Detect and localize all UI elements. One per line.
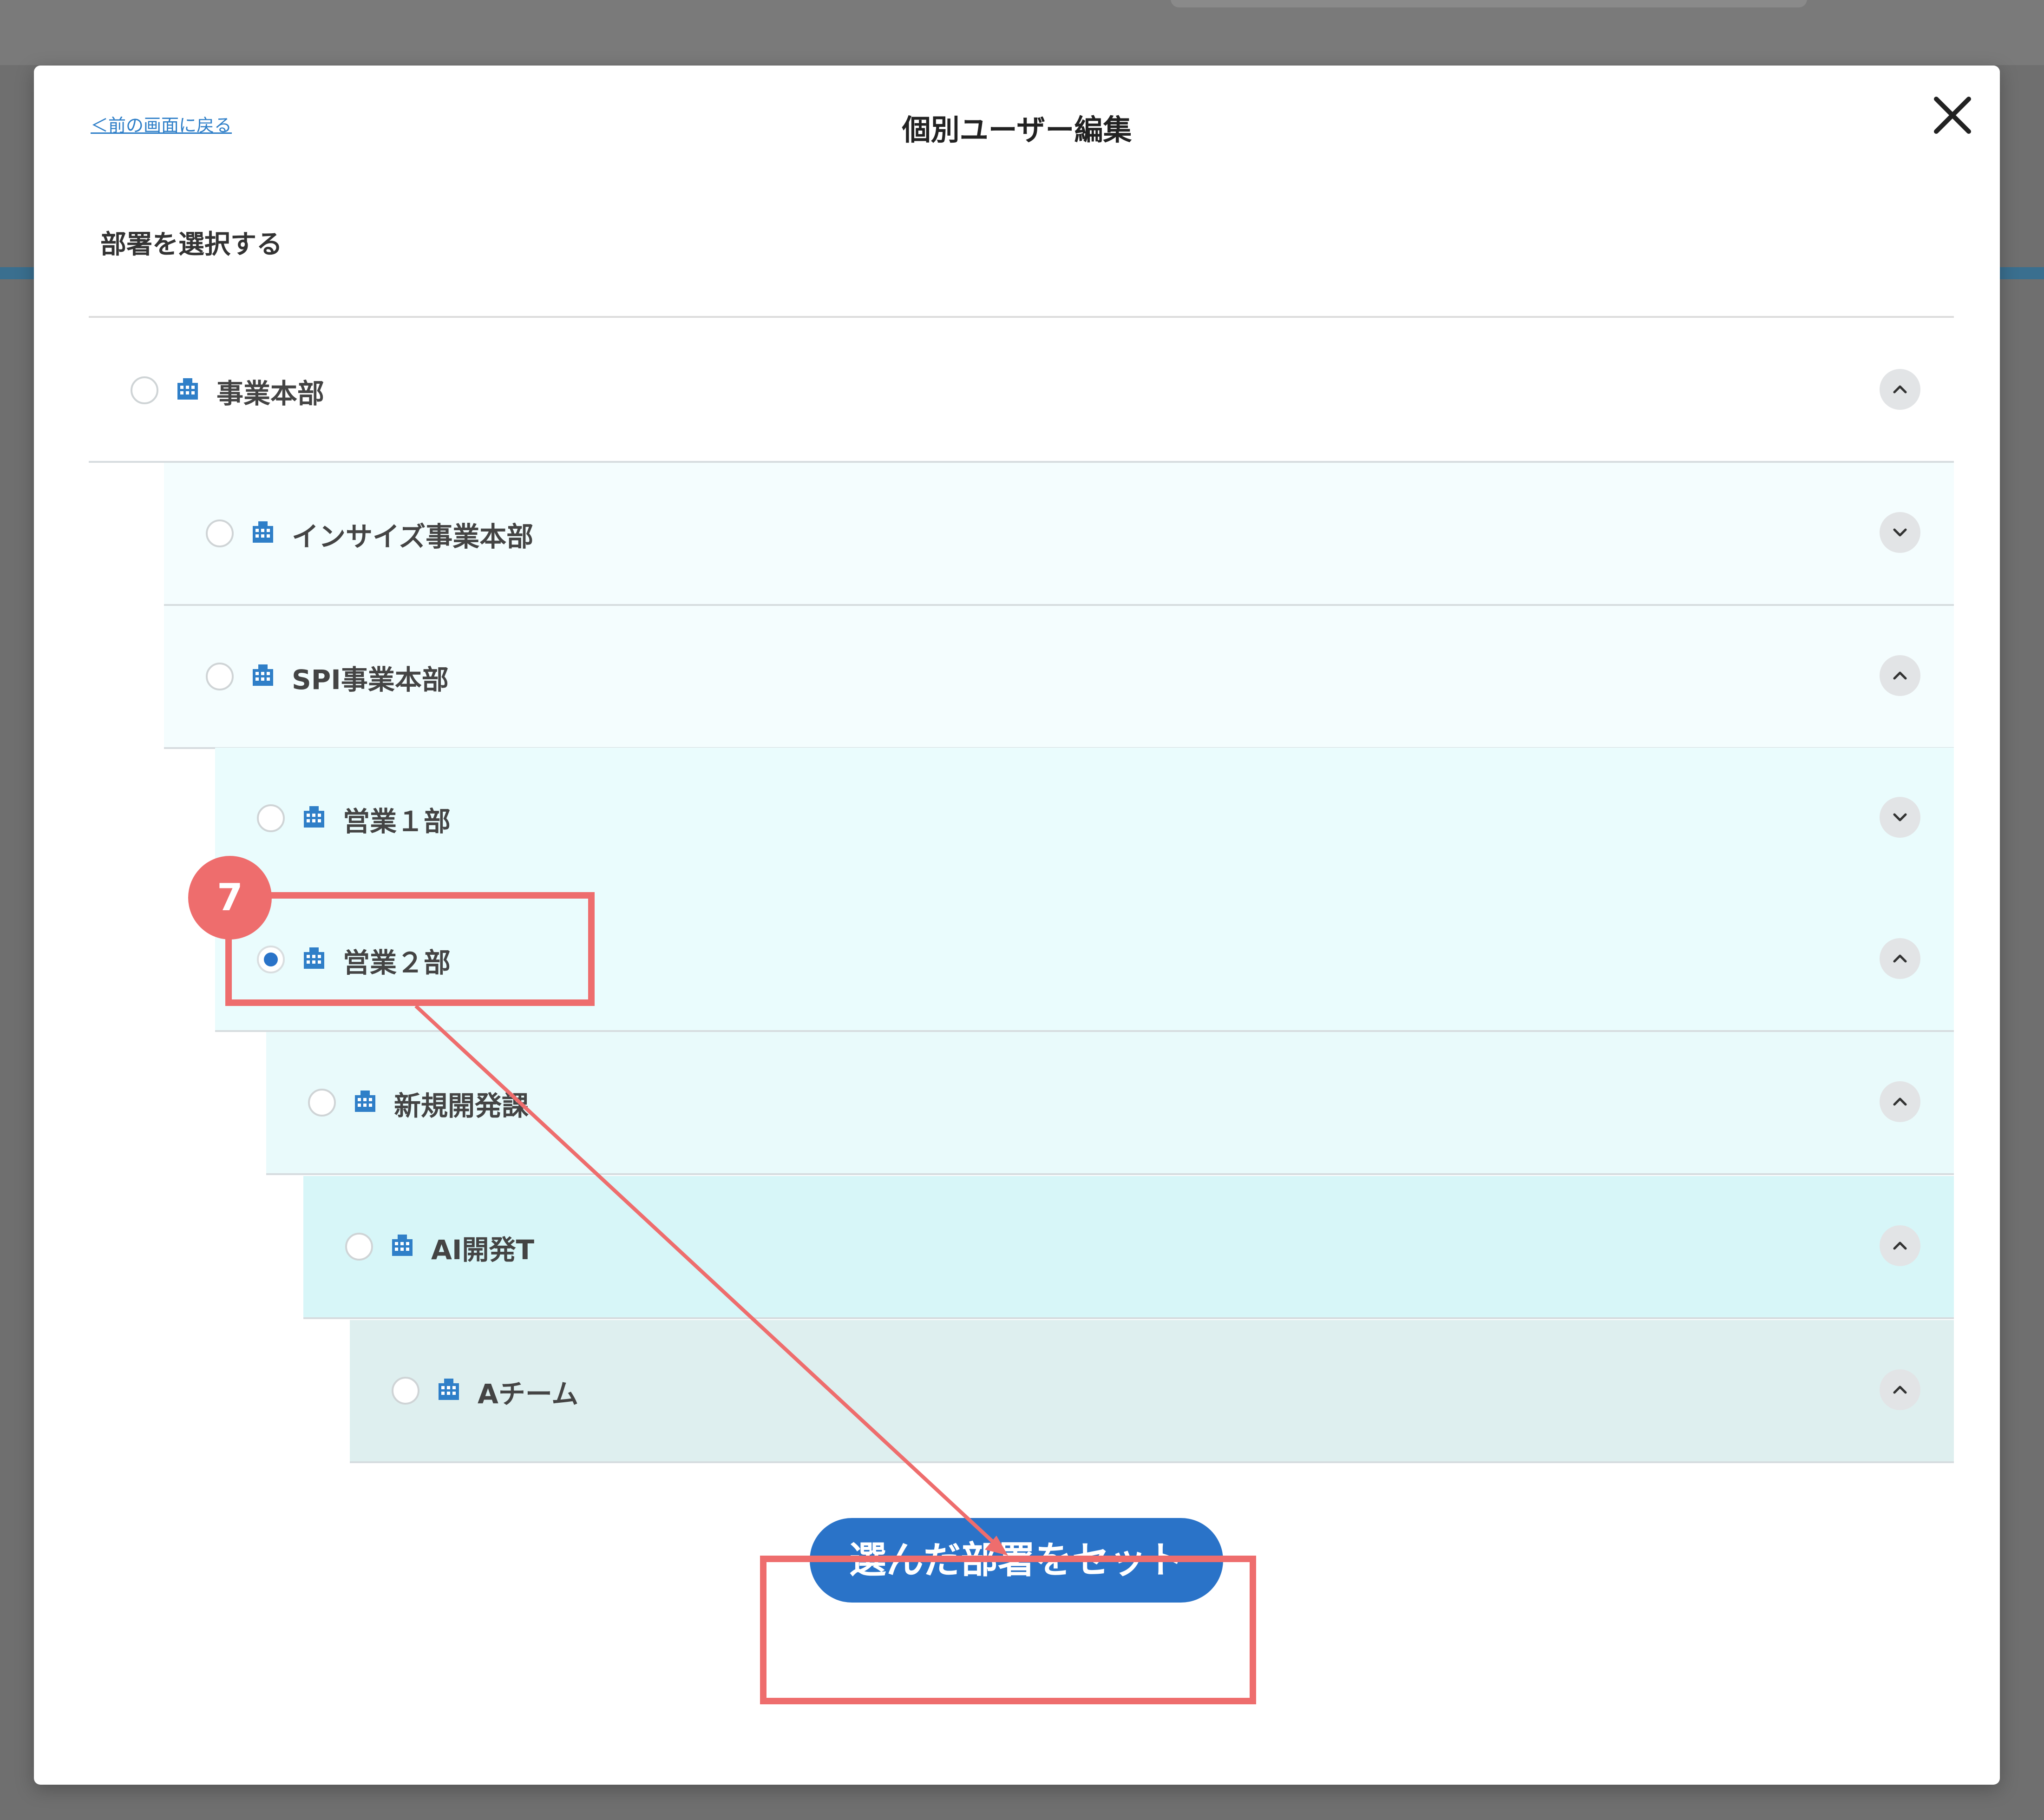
background-accent-left: [0, 267, 34, 279]
background-accent-right: [2000, 267, 2044, 279]
department-radio[interactable]: [206, 663, 234, 690]
department-row[interactable]: AI開発T: [303, 1176, 1954, 1319]
highlight-selected-row: [225, 892, 595, 1006]
department-label: 事業本部: [216, 378, 325, 409]
building-icon: [175, 376, 201, 402]
background-header: [0, 0, 2044, 65]
close-icon: [1934, 97, 1971, 134]
department-radio[interactable]: [257, 804, 285, 832]
chevron-up-icon[interactable]: [1880, 1081, 1920, 1122]
department-label: SPI事業本部: [292, 664, 449, 696]
department-label: AI開発T: [431, 1234, 535, 1266]
department-label: 新規開発課: [394, 1090, 529, 1122]
department-radio[interactable]: [345, 1233, 373, 1261]
building-icon: [250, 519, 276, 545]
step-badge: 7: [188, 856, 272, 940]
building-icon: [250, 663, 276, 689]
chevron-up-icon[interactable]: [1880, 938, 1920, 979]
department-label: Aチーム: [478, 1378, 579, 1410]
department-row[interactable]: SPI事業本部: [164, 606, 1954, 749]
department-row[interactable]: 事業本部: [89, 320, 1954, 463]
tree-divider: [89, 316, 1954, 318]
chevron-up-icon[interactable]: [1880, 369, 1920, 410]
department-row[interactable]: 営業１部: [215, 748, 1954, 891]
department-radio[interactable]: [308, 1089, 336, 1117]
building-icon: [301, 804, 327, 830]
department-radio[interactable]: [206, 519, 234, 547]
chevron-down-icon[interactable]: [1880, 797, 1920, 838]
section-label: 部署を選択する: [100, 230, 282, 260]
close-button[interactable]: [1927, 90, 1978, 141]
department-row[interactable]: インサイズ事業本部: [164, 463, 1954, 606]
department-radio[interactable]: [131, 376, 158, 404]
department-radio[interactable]: [392, 1377, 419, 1405]
building-icon: [389, 1233, 415, 1259]
highlight-submit-button: [760, 1556, 1256, 1704]
chevron-up-icon[interactable]: [1880, 655, 1920, 696]
building-icon: [436, 1377, 462, 1403]
department-label: 営業１部: [343, 806, 451, 837]
modal-title: 個別ユーザー編集: [902, 113, 1132, 147]
chevron-up-icon[interactable]: [1880, 1225, 1920, 1266]
department-row[interactable]: 新規開発課: [266, 1032, 1954, 1175]
chevron-up-icon[interactable]: [1880, 1369, 1920, 1410]
building-icon: [352, 1089, 378, 1115]
department-label: インサイズ事業本部: [292, 521, 534, 552]
chevron-down-icon[interactable]: [1880, 512, 1920, 553]
department-row[interactable]: Aチーム: [350, 1320, 1954, 1463]
background-search-bar: [1171, 0, 1807, 7]
